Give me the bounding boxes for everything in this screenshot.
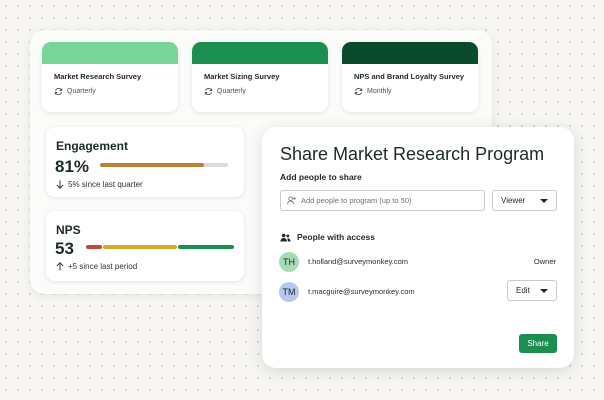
- people-with-access-label: People with access: [297, 232, 375, 242]
- engagement-change-text: 5% since last quarter: [68, 180, 143, 189]
- arrow-up-icon: [56, 262, 64, 271]
- survey-frequency: Quarterly: [204, 87, 328, 96]
- person-email: t.holland@surveymonkey.com: [308, 257, 409, 266]
- avatar: TH: [279, 252, 299, 272]
- nps-promoters-segment: [178, 245, 234, 249]
- engagement-card[interactable]: Engagement 81% 5% since last quarter: [46, 127, 244, 197]
- engagement-progress-fill: [100, 163, 204, 167]
- nps-card[interactable]: NPS 53 +5 since last period: [46, 211, 244, 281]
- role-select-value: Edit: [516, 286, 530, 295]
- engagement-change: 5% since last quarter: [56, 180, 143, 189]
- arrow-down-icon: [56, 180, 64, 189]
- caret-down-icon: [540, 288, 548, 293]
- share-dialog-title: Share Market Research Program: [280, 144, 545, 164]
- role-select-value: Viewer: [501, 196, 526, 205]
- survey-frequency-label: Quarterly: [67, 88, 96, 95]
- survey-title: Market Research Survey: [54, 72, 142, 81]
- refresh-icon: [204, 87, 213, 96]
- survey-color-bar: [42, 42, 178, 64]
- engagement-value: 81%: [55, 157, 90, 176]
- avatar: TM: [279, 282, 299, 302]
- refresh-icon: [354, 87, 363, 96]
- person-plus-icon: [287, 196, 296, 205]
- role-select-viewer[interactable]: Viewer: [492, 190, 557, 211]
- survey-title: NPS and Brand Loyalty Survey: [354, 72, 465, 81]
- nps-value: 53: [55, 239, 74, 258]
- survey-color-bar: [192, 42, 328, 64]
- survey-frequency: Quarterly: [54, 87, 178, 96]
- add-people-placeholder: Add people to program (up to 50): [301, 196, 412, 205]
- refresh-icon: [54, 87, 63, 96]
- engagement-progress-track: [100, 163, 228, 167]
- nps-change: +5 since last period: [56, 262, 137, 271]
- share-dialog: Share Market Research Program Add people…: [262, 127, 574, 368]
- survey-frequency: Monthly: [354, 87, 478, 96]
- nps-change-text: +5 since last period: [68, 262, 138, 271]
- person-email: t.macguire@surveymonkey.com: [308, 287, 415, 296]
- share-button[interactable]: Share: [519, 334, 557, 353]
- person-role-owner: Owner: [533, 257, 556, 266]
- add-people-input[interactable]: Add people to program (up to 50): [280, 190, 485, 211]
- survey-card-market-sizing[interactable]: Market Sizing Survey Quarterly: [192, 42, 328, 112]
- nps-detractors-segment: [86, 245, 102, 249]
- survey-card-market-research[interactable]: Market Research Survey Quarterly: [42, 42, 178, 112]
- survey-card-nps-brand-loyalty[interactable]: NPS and Brand Loyalty Survey Monthly: [342, 42, 478, 112]
- people-icon: [280, 233, 291, 242]
- people-with-access-heading: People with access: [280, 232, 375, 242]
- survey-frequency-label: Quarterly: [217, 88, 246, 95]
- engagement-label: Engagement: [56, 139, 129, 153]
- nps-label: NPS: [56, 223, 81, 237]
- survey-title: Market Sizing Survey: [204, 72, 280, 81]
- caret-down-icon: [540, 198, 548, 203]
- role-select-edit[interactable]: Edit: [507, 280, 557, 301]
- survey-color-bar: [342, 42, 478, 64]
- survey-frequency-label: Monthly: [367, 88, 392, 95]
- nps-passives-segment: [103, 245, 177, 249]
- add-people-label: Add people to share: [280, 172, 362, 182]
